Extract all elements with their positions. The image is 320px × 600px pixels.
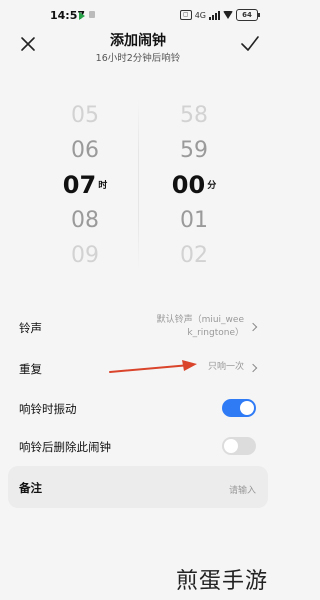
toggle-knob <box>224 439 238 453</box>
minute-picker[interactable]: 58 59 00 分 01 02 <box>164 98 224 274</box>
delete-after-toggle[interactable] <box>222 437 256 455</box>
vibrate-label: 响铃时振动 <box>19 402 77 416</box>
wifi-icon <box>223 11 233 19</box>
minute-option[interactable]: 59 <box>164 133 224 168</box>
chevron-right-icon <box>248 322 258 332</box>
minute-selected-value: 00 <box>171 171 206 199</box>
minute-option[interactable]: 02 <box>164 238 224 273</box>
delete-after-row: 响铃后删除此闹钟 <box>0 432 276 460</box>
check-icon <box>241 36 259 51</box>
ringtone-value: 默认铃声（miui_wee k_ringtone） <box>124 314 244 340</box>
delete-after-label: 响铃后删除此闹钟 <box>19 440 111 454</box>
confirm-button[interactable] <box>238 32 262 56</box>
hour-option[interactable]: 05 <box>55 98 115 133</box>
notes-label: 备注 <box>19 481 42 495</box>
hour-option[interactable]: 08 <box>55 203 115 238</box>
header: 添加闹钟 16小时2分钟后响铃 <box>0 28 276 68</box>
ringtone-value-line1: 默认铃声（miui_wee <box>156 315 244 325</box>
hour-selected-value: 07 <box>62 171 97 199</box>
hour-option[interactable]: 06 <box>55 133 115 168</box>
vibrate-row: 响铃时振动 <box>0 394 276 422</box>
repeat-label: 重复 <box>19 362 42 376</box>
minute-option[interactable]: 01 <box>164 203 224 238</box>
status-icons: ▢ 4G 64 <box>179 9 260 21</box>
hour-picker[interactable]: 05 06 07 时 08 09 <box>55 98 115 274</box>
minute-unit: 分 <box>207 180 217 191</box>
battery-icon: 64 <box>236 9 260 21</box>
network-type: 4G <box>194 10 206 20</box>
sim-icon: ▢ <box>179 10 192 20</box>
annotation-arrow <box>109 360 197 373</box>
watermark: 煎蛋手游 <box>175 569 268 594</box>
page-title: 添加闹钟 <box>110 33 166 49</box>
toggle-knob <box>240 401 254 415</box>
ringtone-value-line2: k_ringtone） <box>187 328 244 338</box>
picker-divider <box>138 100 139 270</box>
hour-unit: 时 <box>98 180 108 191</box>
ringtone-row[interactable]: 铃声 默认铃声（miui_wee k_ringtone） <box>0 306 276 348</box>
vibrate-toggle[interactable] <box>222 399 256 417</box>
hour-option[interactable]: 09 <box>55 238 115 273</box>
play-icon <box>79 12 85 20</box>
notes-placeholder: 请输入 <box>228 486 256 496</box>
chevron-right-icon <box>248 363 258 373</box>
minute-selected[interactable]: 00 分 <box>164 168 224 203</box>
hour-selected[interactable]: 07 时 <box>55 168 115 203</box>
minute-option[interactable]: 58 <box>164 98 224 133</box>
repeat-value: 只响一次 <box>207 362 244 372</box>
status-bar: 14:57 ▢ 4G 64 <box>0 0 276 30</box>
ringtone-label: 铃声 <box>19 321 42 335</box>
notification-icon <box>89 11 95 18</box>
page-subtitle: 16小时2分钟后响铃 <box>95 53 181 64</box>
notes-field[interactable]: 备注 请输入 <box>8 466 268 508</box>
signal-icon <box>209 10 220 20</box>
